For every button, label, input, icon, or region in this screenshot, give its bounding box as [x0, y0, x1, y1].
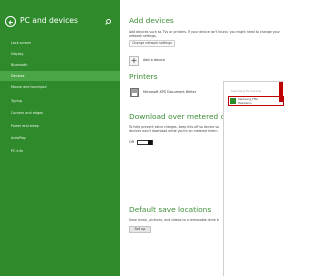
printer-icon	[130, 88, 139, 97]
back-button[interactable]	[5, 16, 16, 27]
sidebar-title: PC and devices	[20, 16, 78, 25]
device-search-flyout: · · · · · · Searching for devices Samsun…	[223, 81, 284, 276]
tv-icon	[230, 98, 236, 104]
sidebar-item-pc-info[interactable]: PC info	[0, 146, 120, 156]
flyout-title: Searching for devices	[231, 89, 262, 93]
sidebar-item-display[interactable]: Display	[0, 49, 120, 59]
sidebar-item-typing[interactable]: Typing	[0, 96, 120, 106]
default-save-title: Default save locations	[129, 205, 212, 214]
add-devices-title: Add devices	[129, 16, 174, 25]
sidebar-item-mouse-touchpad[interactable]: Mouse and touchpad	[0, 82, 120, 92]
printers-title: Printers	[129, 72, 158, 81]
sidebar-item-autoplay[interactable]: AutoPlay	[0, 133, 120, 143]
default-save-desc: Save music, pictures, and videos to a re…	[129, 218, 219, 222]
device-type: Television	[238, 101, 252, 105]
highlight-bar	[279, 82, 283, 102]
add-devices-desc-line2: network settings.	[129, 34, 157, 38]
plus-icon: +	[129, 56, 139, 66]
flyout-device-item[interactable]: Samsung_FHA Television	[228, 96, 284, 106]
toggle-thumb	[148, 140, 152, 145]
back-arrow-icon	[8, 20, 13, 25]
sidebar-header: PC and devices	[0, 14, 120, 30]
sidebar-item-lock-screen[interactable]: Lock screen	[0, 38, 120, 48]
main-content: Add devices Add devices such as TVs or p…	[120, 0, 284, 276]
add-device-button[interactable]: + Add a device	[129, 55, 199, 67]
metered-toggle[interactable]	[137, 140, 153, 145]
flyout-progress-dots: · · · · · ·	[227, 83, 237, 87]
setup-button[interactable]: Set up	[129, 226, 151, 233]
change-network-settings-link[interactable]: Change network settings	[129, 40, 175, 47]
sidebar-item-corners-edges[interactable]: Corners and edges	[0, 108, 120, 118]
sidebar-item-power-sleep[interactable]: Power and sleep	[0, 121, 120, 131]
metered-toggle-label: Off	[129, 140, 135, 144]
printer-label: Microsoft XPS Document Writer	[143, 90, 197, 94]
sidebar-item-devices[interactable]: Devices	[0, 71, 120, 81]
add-device-label: Add a device	[143, 58, 165, 62]
sidebar-item-bluetooth[interactable]: Bluetooth	[0, 60, 120, 70]
metered-desc-line2: devices won't download while you're on m…	[129, 129, 218, 133]
sidebar: PC and devices Lock screen Display Bluet…	[0, 0, 120, 276]
search-icon[interactable]	[104, 18, 112, 26]
printer-item[interactable]: Microsoft XPS Document Writer	[129, 86, 219, 100]
